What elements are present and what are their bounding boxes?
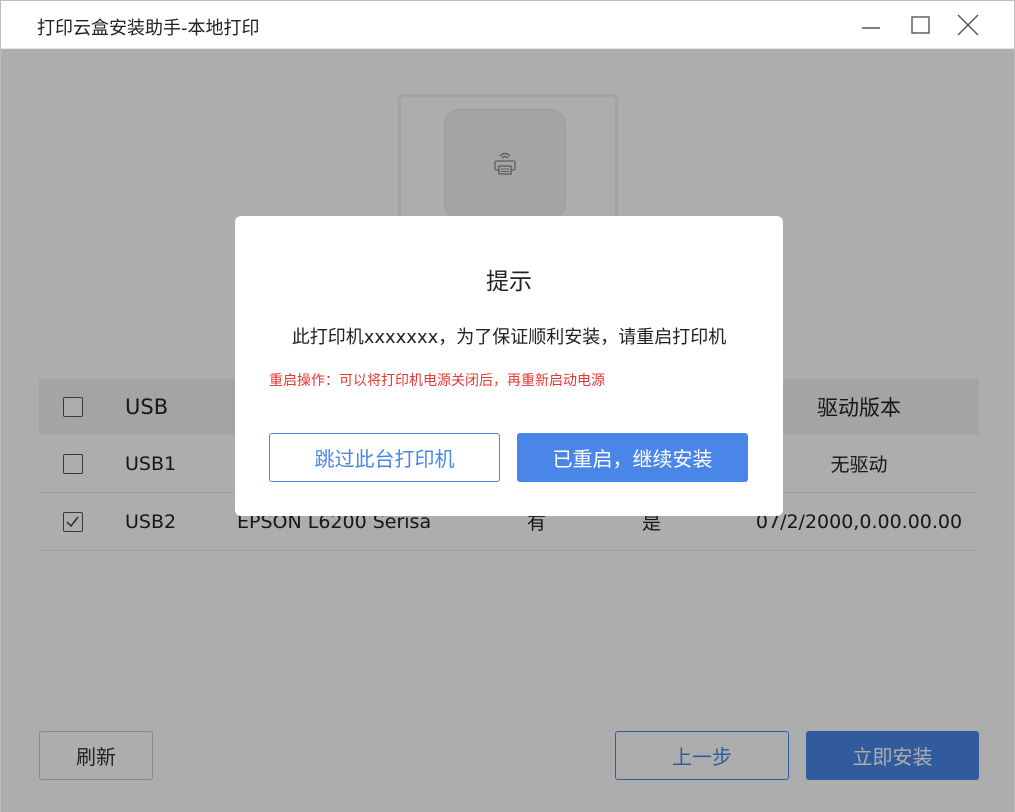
minimize-icon [862,27,880,29]
dialog-message: 此打印机xxxxxxx，为了保证顺利安装，请重启打印机 [291,327,727,348]
close-button[interactable] [948,9,988,41]
title-bar: 打印云盒安装助手-本地打印 [1,1,1014,49]
skip-printer-button[interactable]: 跳过此台打印机 [269,433,500,482]
dialog-warning-note: 重启操作：可以将打印机电源关闭后，再重新启动电源 [269,373,605,389]
window-title: 打印云盒安装助手-本地打印 [37,18,260,39]
maximize-icon [911,16,930,34]
restart-prompt-dialog: 提示 此打印机xxxxxxx，为了保证顺利安装，请重启打印机 重启操作：可以将打… [235,216,783,516]
dialog-title: 提示 [486,269,532,295]
close-icon [957,14,979,36]
maximize-button[interactable] [901,9,941,41]
minimize-button[interactable] [851,9,891,41]
restarted-continue-button[interactable]: 已重启，继续安装 [517,433,748,482]
app-window: 打印云盒安装助手-本地打印 USB 驱动版本 USB1 无驱动 USB2 EPS… [0,0,1015,812]
